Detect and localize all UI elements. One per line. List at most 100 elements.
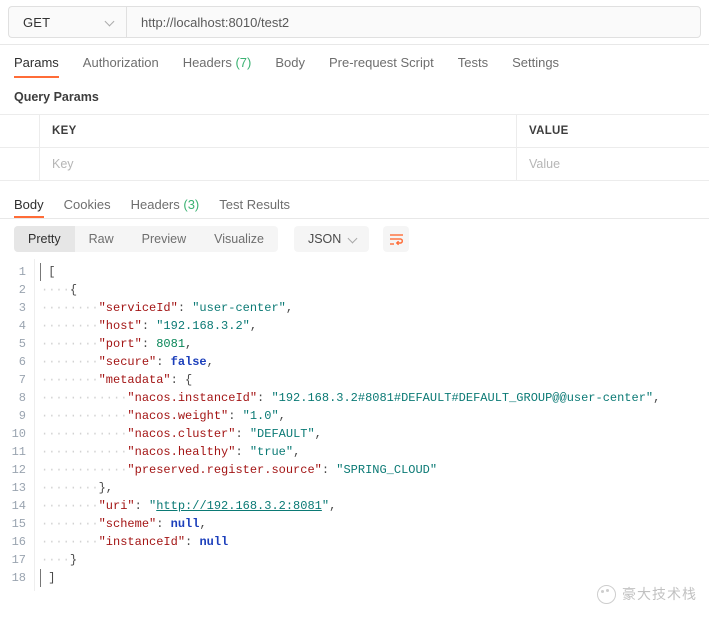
- tab-label: Body: [275, 55, 305, 70]
- code-token-ind: ············: [41, 391, 128, 405]
- word-wrap-toggle[interactable]: [383, 226, 410, 252]
- table-header-row: KEY VALUE: [0, 115, 709, 148]
- code-token-p: ,: [314, 427, 322, 441]
- code-token-ind: ····: [41, 553, 70, 567]
- code-token-ind: ········: [41, 301, 99, 315]
- response-toolbar: Pretty Raw Preview Visualize JSON: [0, 219, 709, 259]
- line-number: 13: [11, 481, 26, 495]
- chevron-down-icon: [106, 17, 116, 27]
- request-url-text: http://localhost:8010/test2: [141, 14, 290, 30]
- tab-body[interactable]: Body: [275, 55, 305, 78]
- code-token-p: ,: [206, 355, 214, 369]
- code-token-p: :: [257, 391, 272, 405]
- line-number: 11: [11, 445, 26, 459]
- code-line: ············"nacos.cluster": "DEFAULT",: [35, 425, 709, 443]
- code-line: [: [35, 263, 709, 281]
- code-token-n: 8081: [156, 337, 186, 351]
- code-line: ········"serviceId": "user-center",: [35, 299, 709, 317]
- tab-label: Headers: [130, 197, 180, 212]
- code-token-p: {: [69, 283, 78, 297]
- response-tab-body[interactable]: Body: [14, 197, 44, 218]
- code-token-p: :: [170, 373, 186, 387]
- view-mode-preview[interactable]: Preview: [128, 226, 200, 252]
- json-code-content[interactable]: [ ···· { ········"serviceId": "user-center"…: [34, 259, 709, 591]
- code-token-k: "uri": [98, 499, 135, 513]
- row-checkbox-cell[interactable]: [0, 148, 40, 180]
- code-token-k: "host": [98, 319, 142, 333]
- http-method-label: GET: [23, 14, 51, 30]
- code-token-p: :: [134, 499, 150, 513]
- word-wrap-icon: [389, 233, 403, 245]
- line-number: 16: [11, 535, 26, 549]
- code-token-k: "instanceId": [98, 535, 186, 549]
- select-all-checkbox-cell: [0, 115, 40, 147]
- tab-pre-request-script[interactable]: Pre-request Script: [329, 55, 434, 78]
- line-number: 18: [11, 571, 26, 585]
- code-token-s: "192.168.3.2#8081#DEFAULT#DEFAULT_GROUP@…: [271, 391, 654, 405]
- code-line: ············"nacos.weight": "1.0",: [35, 407, 709, 425]
- line-number: 9: [18, 409, 26, 423]
- view-mode-visualize[interactable]: Visualize: [200, 226, 278, 252]
- code-token-p: :: [141, 319, 157, 333]
- code-token-b: false: [170, 355, 207, 369]
- tab-settings[interactable]: Settings: [512, 55, 559, 78]
- code-line: ····}: [35, 551, 709, 569]
- code-line: ········"secure": false,: [35, 353, 709, 371]
- tab-tests[interactable]: Tests: [458, 55, 488, 78]
- tab-headers[interactable]: Headers (7): [183, 55, 252, 78]
- code-token-ind: ············: [41, 409, 128, 423]
- view-mode-pretty[interactable]: Pretty: [14, 226, 75, 252]
- code-token-ind: ········: [41, 517, 99, 531]
- code-token-p: :: [185, 535, 200, 549]
- response-body-viewer[interactable]: 1 2 3 4 5 6 7 8 9 10 11 12 13 14 15 16 17 18 [····{······…: [0, 259, 709, 591]
- code-token-p: ,: [285, 301, 294, 315]
- code-line: ············"nacos.instanceId": "192.168…: [35, 389, 709, 407]
- code-token-s: "1.0": [242, 409, 279, 423]
- code-line: ········"port": 8081,: [35, 335, 709, 353]
- request-url-bar: GET http://localhost:8010/test2: [0, 0, 709, 45]
- line-number: 17: [11, 553, 26, 567]
- code-token-k: "metadata": [98, 373, 171, 387]
- code-token-ind: ············: [41, 427, 128, 441]
- code-token-p: :: [177, 301, 193, 315]
- view-mode-raw[interactable]: Raw: [75, 226, 128, 252]
- code-line: ············"preserved.register.source":…: [35, 461, 709, 479]
- text-cursor: [40, 569, 48, 587]
- param-value-input[interactable]: Value: [517, 148, 709, 180]
- table-row[interactable]: Key Value: [0, 148, 709, 180]
- tab-authorization[interactable]: Authorization: [83, 55, 159, 78]
- code-token-ind: ········: [41, 535, 99, 549]
- code-token-p: {: [185, 373, 193, 387]
- code-token-p: :: [321, 463, 337, 477]
- response-tab-cookies[interactable]: Cookies: [64, 197, 111, 218]
- tab-count-badge: (3): [179, 197, 200, 212]
- request-url-input[interactable]: http://localhost:8010/test2: [126, 6, 701, 38]
- line-number: 8: [18, 391, 26, 405]
- line-number-gutter: 1 2 3 4 5 6 7 8 9 10 11 12 13 14 15 16 17 18: [0, 259, 34, 591]
- request-tab-bar: Params Authorization Headers (7) Body Pre-re…: [0, 45, 709, 78]
- code-token-p: ,: [293, 445, 301, 459]
- code-token-s: ": [321, 499, 330, 513]
- code-token-p: }: [69, 553, 78, 567]
- code-token-k: "secure": [98, 355, 157, 369]
- code-token-ind: ············: [41, 463, 128, 477]
- code-token-p: ,: [249, 319, 258, 333]
- code-token-p: :: [228, 409, 243, 423]
- column-header-key-label: KEY: [52, 125, 77, 137]
- code-token-p: :: [156, 355, 171, 369]
- code-token-p: [: [48, 265, 56, 279]
- tab-label: Authorization: [82, 55, 159, 70]
- code-token-k: "serviceId": [98, 301, 178, 315]
- tab-params[interactable]: Params: [14, 55, 59, 78]
- code-token-p: ]: [48, 571, 56, 585]
- response-format-select[interactable]: JSON: [293, 226, 370, 252]
- http-method-select[interactable]: GET: [8, 6, 126, 38]
- response-tab-test-results[interactable]: Test Results: [219, 197, 290, 218]
- response-format-label: JSON: [307, 232, 342, 246]
- tab-label: Tests: [457, 55, 489, 70]
- code-token-s: "192.168.3.2": [156, 319, 250, 333]
- param-key-input[interactable]: Key: [40, 148, 517, 180]
- line-number: 5: [18, 337, 26, 351]
- code-token-lnk[interactable]: http://192.168.3.2:8081: [156, 499, 322, 513]
- response-tab-headers[interactable]: Headers (3): [131, 197, 200, 218]
